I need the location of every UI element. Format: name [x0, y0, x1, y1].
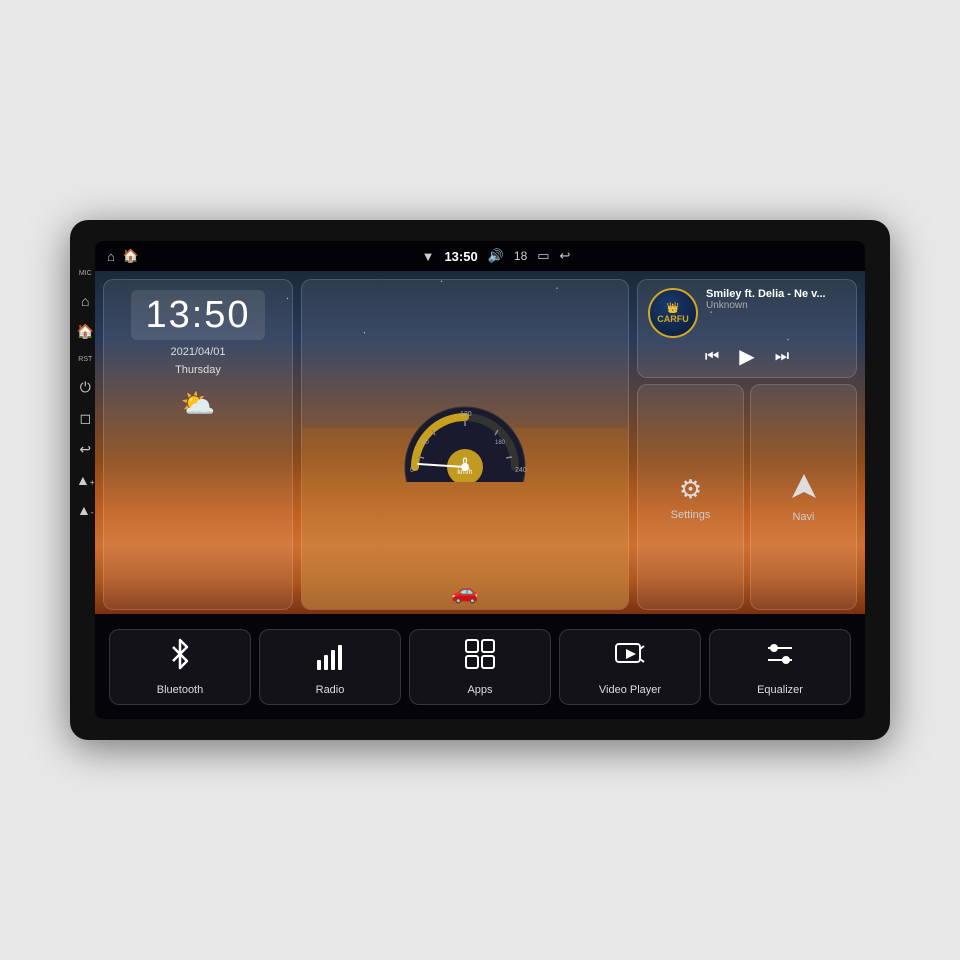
- nav-item-equalizer[interactable]: Equalizer: [709, 629, 851, 705]
- vol-down-button[interactable]: ▲-: [77, 502, 94, 518]
- music-title: Smiley ft. Delia - Ne v...: [706, 288, 846, 300]
- main-screen: ⌂ 🏠 ▼ 13:50 🔊 18 ▭ ↩ 13:50: [95, 241, 865, 719]
- right-widgets: 👑 CARFU Smiley ft. Delia - Ne v... Unkno…: [637, 279, 857, 610]
- clock-date: 2021/04/01 Thursday: [170, 344, 225, 379]
- volume-icon: 🔊: [488, 248, 504, 264]
- svg-text:180: 180: [495, 440, 506, 446]
- side-controls: MIC ⌂ 🏠 RST ⏻ ◻ ↩ ▲+ ▲-: [76, 270, 95, 518]
- next-button[interactable]: ⏭: [775, 348, 789, 366]
- back-status-icon: ↩: [560, 248, 571, 264]
- speedometer: 0 km/h 0 240 120 60: [400, 402, 530, 487]
- apps-icon: [464, 638, 496, 678]
- car-head-unit: MIC ⌂ 🏠 RST ⏻ ◻ ↩ ▲+ ▲- ⌂ 🏠 ▼ 13:50 🔊 18…: [70, 220, 890, 740]
- speedometer-widget: 0 km/h 0 240 120 60: [301, 279, 629, 610]
- music-info: Smiley ft. Delia - Ne v... Unknown: [706, 288, 846, 311]
- house-status-icon: 🏠: [123, 248, 139, 264]
- vol-up-button[interactable]: ▲+: [76, 472, 95, 488]
- power-button[interactable]: ⏻: [80, 379, 91, 396]
- wifi-icon: ▼: [422, 249, 435, 264]
- music-widget[interactable]: 👑 CARFU Smiley ft. Delia - Ne v... Unkno…: [637, 279, 857, 378]
- main-content: 13:50 2021/04/01 Thursday ⛅: [95, 271, 865, 614]
- radio-icon: [314, 638, 346, 678]
- video-label: Video Player: [599, 684, 661, 696]
- bluetooth-label: Bluetooth: [157, 684, 203, 696]
- bottom-nav-bar: Bluetooth Radio: [95, 614, 865, 719]
- home-button[interactable]: ⌂: [81, 293, 89, 309]
- play-button[interactable]: ▶: [739, 344, 754, 369]
- settings-navi-row: ⚙ Settings Navi: [637, 384, 857, 610]
- clock-date-line1: 2021/04/01: [170, 344, 225, 362]
- back-button[interactable]: ↩: [79, 441, 91, 458]
- bluetooth-icon: [164, 638, 196, 678]
- settings-label: Settings: [671, 509, 711, 521]
- clock-time: 13:50: [145, 296, 250, 334]
- navi-label: Navi: [792, 511, 814, 523]
- music-artist: Unknown: [706, 300, 846, 311]
- car-icon: 🚗: [451, 579, 478, 605]
- apps-label: Apps: [467, 684, 492, 696]
- clock-date-line2: Thursday: [170, 362, 225, 380]
- status-center: ▼ 13:50 🔊 18 ▭ ↩: [422, 248, 571, 264]
- prev-button[interactable]: ⏮: [705, 348, 719, 366]
- equalizer-label: Equalizer: [757, 684, 803, 696]
- widgets-row: 13:50 2021/04/01 Thursday ⛅: [95, 271, 865, 614]
- rst-label: RST: [78, 356, 92, 363]
- volume-level: 18: [514, 249, 527, 263]
- home3-button[interactable]: ◻: [79, 410, 91, 427]
- home-status-icon: ⌂: [107, 249, 115, 264]
- weather-icon: ⛅: [181, 387, 216, 420]
- svg-text:240: 240: [515, 467, 527, 474]
- svg-text:120: 120: [460, 411, 472, 418]
- svg-text:0: 0: [410, 467, 414, 474]
- status-bar: ⌂ 🏠 ▼ 13:50 🔊 18 ▭ ↩: [95, 241, 865, 271]
- svg-text:60: 60: [422, 440, 429, 446]
- nav-item-apps[interactable]: Apps: [409, 629, 551, 705]
- equalizer-icon: [764, 638, 796, 678]
- navi-widget[interactable]: Navi: [750, 384, 857, 610]
- navi-icon: [790, 472, 818, 507]
- music-top: 👑 CARFU Smiley ft. Delia - Ne v... Unkno…: [648, 288, 846, 338]
- speedometer-svg: 0 km/h 0 240 120 60: [400, 402, 530, 482]
- settings-widget[interactable]: ⚙ Settings: [637, 384, 744, 610]
- mic-label: MIC: [79, 270, 92, 277]
- status-time: 13:50: [444, 249, 477, 264]
- nav-item-video[interactable]: Video Player: [559, 629, 701, 705]
- music-logo: 👑 CARFU: [648, 288, 698, 338]
- battery-icon: ▭: [537, 248, 549, 264]
- radio-label: Radio: [316, 684, 345, 696]
- clock-widget: 13:50 2021/04/01 Thursday ⛅: [103, 279, 293, 610]
- settings-icon: ⚙: [679, 474, 702, 505]
- nav-item-radio[interactable]: Radio: [259, 629, 401, 705]
- video-icon: [614, 638, 646, 678]
- music-controls: ⏮ ▶ ⏭: [648, 344, 846, 369]
- logo-text: CARFU: [657, 314, 689, 324]
- status-left: ⌂ 🏠: [107, 248, 139, 264]
- nav-item-bluetooth[interactable]: Bluetooth: [109, 629, 251, 705]
- home2-button[interactable]: 🏠: [77, 323, 94, 340]
- clock-display: 13:50: [131, 290, 264, 340]
